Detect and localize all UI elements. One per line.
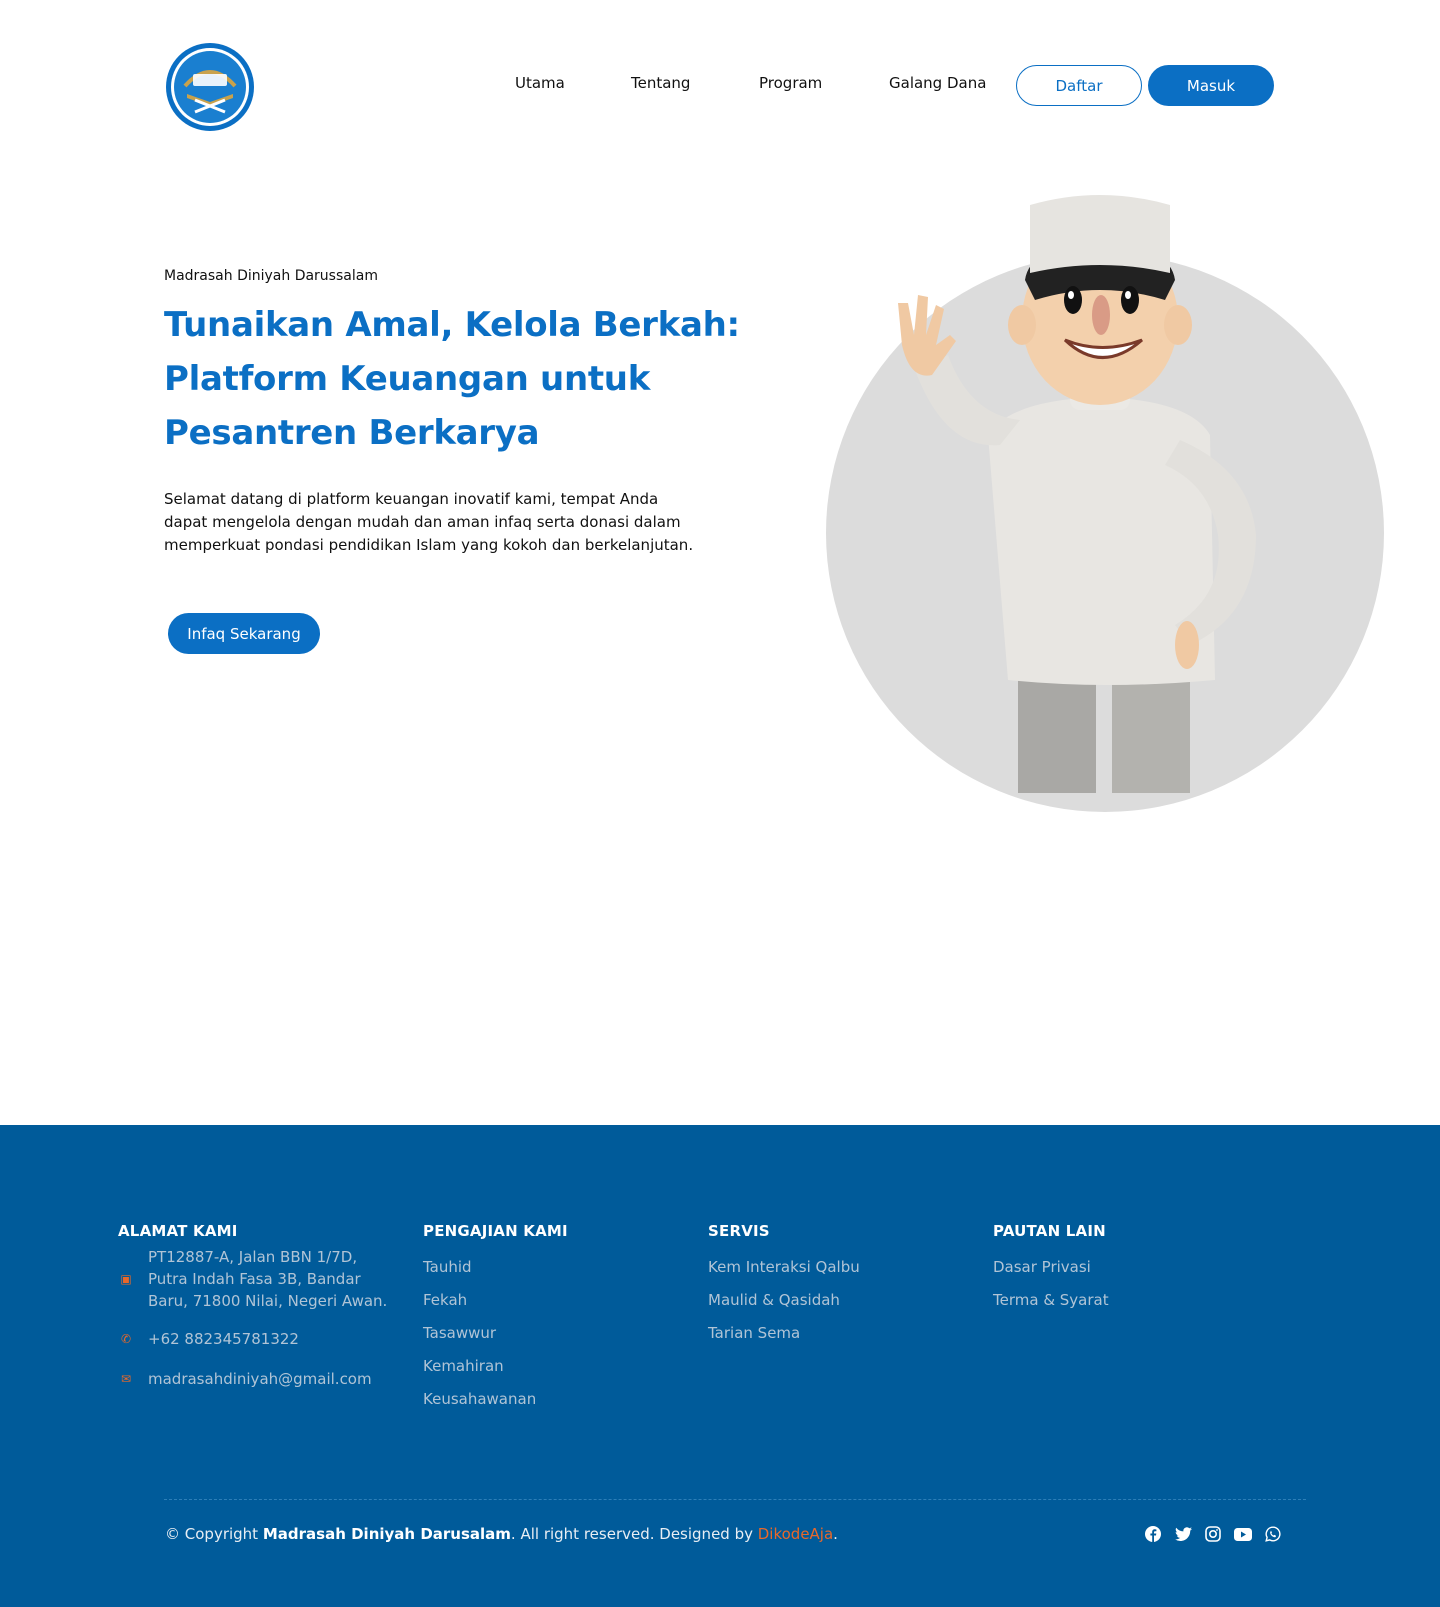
footer-phone[interactable]: ✆ +62 882345781322: [118, 1328, 388, 1350]
map-card-icon: ▣: [120, 1272, 132, 1286]
footer-services-column: SERVIS Kem Interaksi Qalbu Maulid & Qasi…: [708, 1222, 860, 1342]
footer-link-privacy[interactable]: Dasar Privasi: [993, 1258, 1109, 1276]
footer-studies-column: PENGAJIAN KAMI Tauhid Fekah Tasawwur Kem…: [423, 1222, 568, 1408]
copyright-suffix: .: [833, 1525, 838, 1543]
phone-icon: ✆: [120, 1332, 132, 1346]
waving-character-illustration-icon: [826, 195, 1384, 812]
footer-links-column: PAUTAN LAIN Dasar Privasi Terma & Syarat: [993, 1222, 1109, 1309]
whatsapp-icon[interactable]: [1264, 1525, 1282, 1543]
footer-link-kem-interaksi[interactable]: Kem Interaksi Qalbu: [708, 1258, 860, 1276]
footer-email[interactable]: ✉ madrasahdiniyah@gmail.com: [118, 1368, 388, 1390]
footer-email-text: madrasahdiniyah@gmail.com: [148, 1370, 372, 1388]
footer-link-keusahawanan[interactable]: Keusahawanan: [423, 1390, 568, 1408]
copyright-org: Madrasah Diniyah Darusalam: [262, 1525, 511, 1543]
designer-link[interactable]: DikodeAja: [758, 1525, 833, 1543]
footer-link-terms[interactable]: Terma & Syarat: [993, 1291, 1109, 1309]
footer-address: ▣ PT12887-A, Jalan BBN 1/7D, Putra Indah…: [118, 1246, 388, 1312]
copyright-middle: . All right reserved. Designed by: [510, 1525, 758, 1543]
infaq-now-button[interactable]: Infaq Sekarang: [168, 613, 320, 654]
footer-address-text: PT12887-A, Jalan BBN 1/7D, Putra Indah F…: [148, 1248, 388, 1310]
nav-link-program[interactable]: Program: [759, 74, 822, 92]
footer-link-fekah[interactable]: Fekah: [423, 1291, 568, 1309]
footer-services-title: SERVIS: [708, 1222, 770, 1240]
hero-intro: Selamat datang di platform keuangan inov…: [164, 490, 694, 554]
hero-eyebrow: Madrasah Diniyah Darussalam: [164, 268, 378, 284]
nav-link-galang-dana[interactable]: Galang Dana: [889, 74, 986, 92]
site-footer: ALAMAT KAMI ▣ PT12887-A, Jalan BBN 1/7D,…: [0, 1125, 1440, 1607]
madrasah-crest-logo-icon: [166, 43, 254, 131]
hero-illustration: [820, 185, 1390, 820]
login-button[interactable]: Masuk: [1148, 65, 1274, 106]
footer-studies-title: PENGAJIAN KAMI: [423, 1222, 568, 1240]
nav-link-utama[interactable]: Utama: [515, 74, 565, 92]
social-links: [1144, 1525, 1282, 1543]
footer-divider: [164, 1499, 1306, 1500]
footer-address-column: ALAMAT KAMI ▣ PT12887-A, Jalan BBN 1/7D,…: [118, 1222, 388, 1390]
register-button[interactable]: Daftar: [1016, 65, 1142, 106]
footer-link-maulid[interactable]: Maulid & Qasidah: [708, 1291, 860, 1309]
copyright-text: © Copyright Madrasah Diniyah Darusalam. …: [165, 1525, 838, 1543]
footer-phone-text: +62 882345781322: [148, 1330, 299, 1348]
footer-link-tauhid[interactable]: Tauhid: [423, 1258, 568, 1276]
youtube-icon[interactable]: [1234, 1525, 1252, 1543]
footer-address-title: ALAMAT KAMI: [118, 1222, 238, 1240]
copyright-prefix: © Copyright: [165, 1525, 263, 1543]
footer-links-title: PAUTAN LAIN: [993, 1222, 1106, 1240]
instagram-icon[interactable]: [1204, 1525, 1222, 1543]
email-icon: ✉: [120, 1372, 132, 1386]
footer-link-kemahiran[interactable]: Kemahiran: [423, 1357, 568, 1375]
footer-link-tarian-sema[interactable]: Tarian Sema: [708, 1324, 860, 1342]
footer-link-tasawwur[interactable]: Tasawwur: [423, 1324, 568, 1342]
twitter-icon[interactable]: [1174, 1525, 1192, 1543]
hero-headline: Tunaikan Amal, Kelola Berkah: Platform K…: [164, 305, 740, 453]
facebook-icon[interactable]: [1144, 1525, 1162, 1543]
site-logo[interactable]: [165, 42, 255, 132]
nav-link-tentang[interactable]: Tentang: [631, 74, 690, 92]
